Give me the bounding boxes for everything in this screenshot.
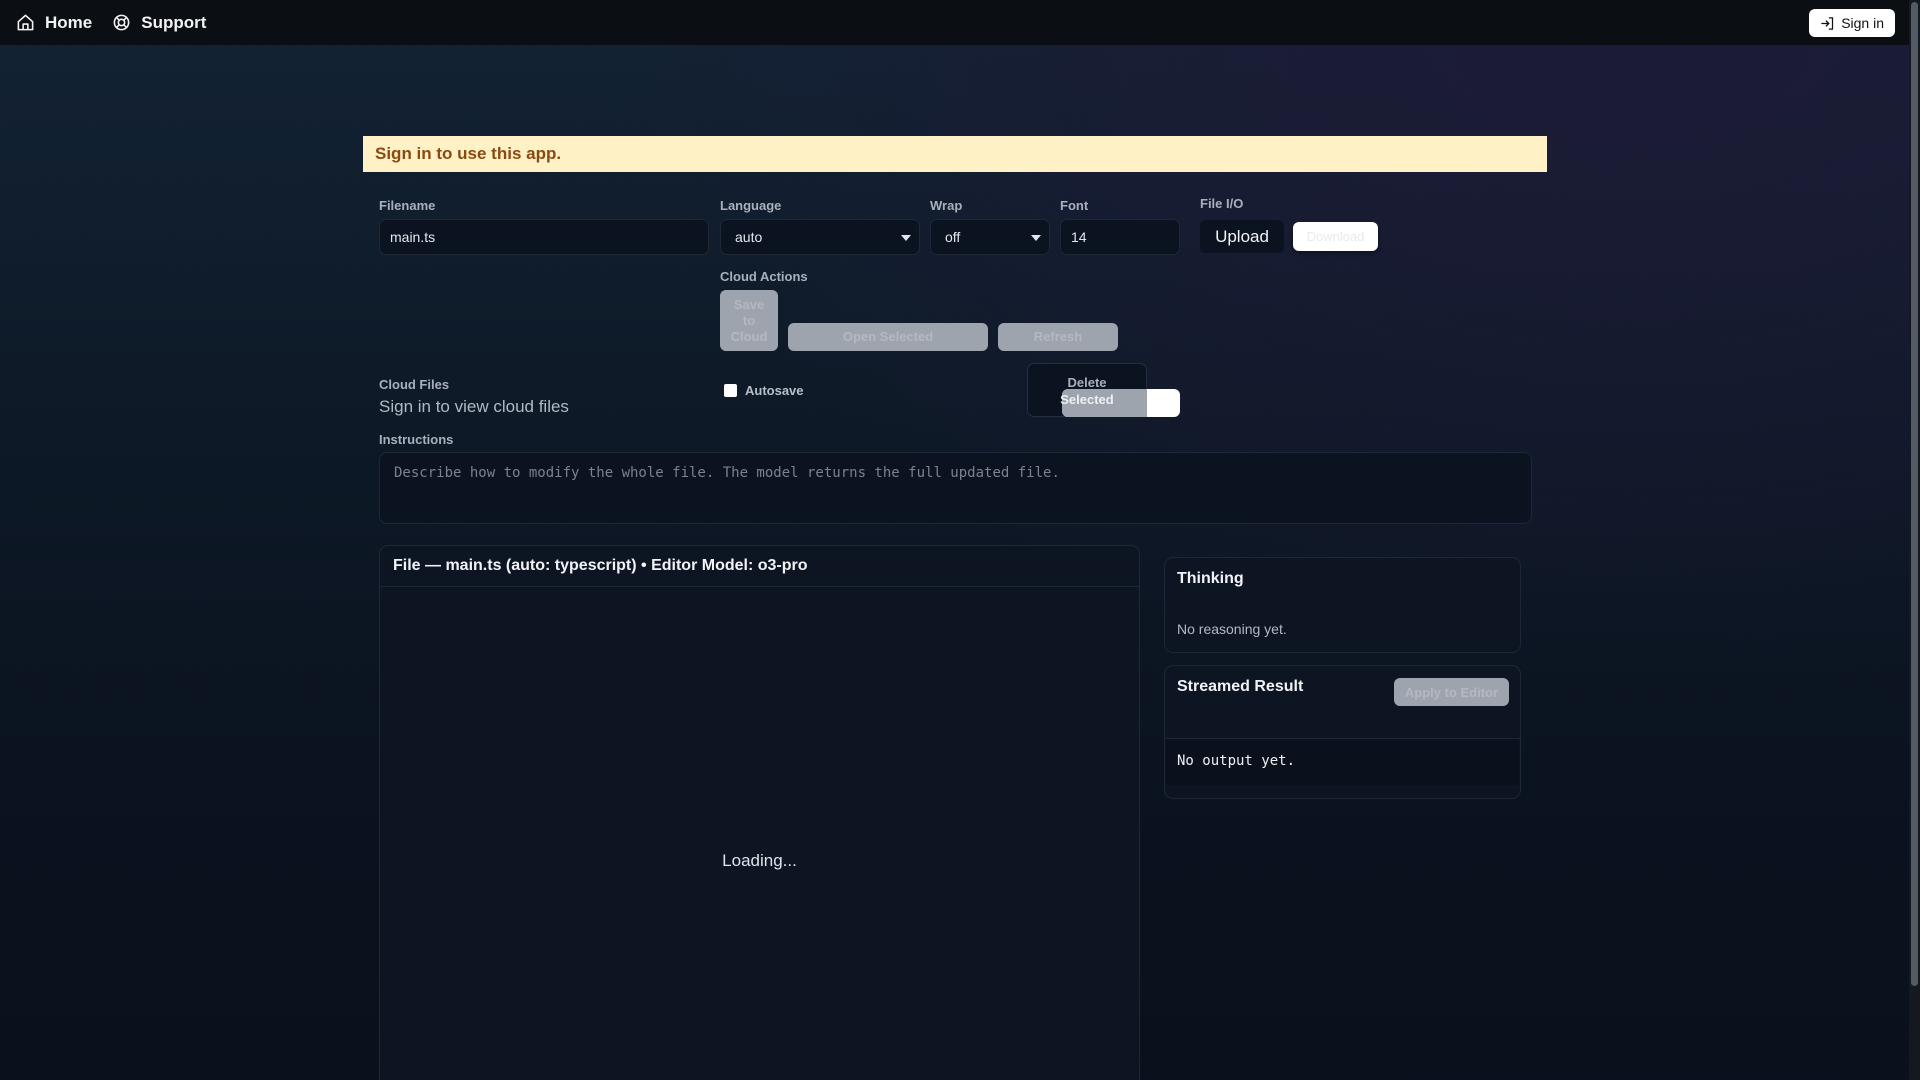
apply-to-editor-button[interactable]: Apply to Editor: [1394, 678, 1509, 706]
cloud-files-label: Cloud Files: [379, 377, 450, 392]
chevron-down-icon: [1031, 235, 1041, 241]
sign-in-banner: Sign in to use this app.: [363, 136, 1547, 172]
filename-label: Filename: [379, 198, 436, 213]
instructions-textarea[interactable]: Describe how to modify the whole file. T…: [379, 452, 1532, 524]
autosave-label: Autosave: [745, 383, 804, 398]
delete-label-line2: Selected: [1060, 392, 1114, 407]
thinking-title: Thinking: [1177, 570, 1244, 587]
nav-home-label: Home: [45, 12, 93, 32]
lifebuoy-icon: [113, 14, 130, 31]
editor-title: File — main.ts (auto: typescript) • Edit…: [380, 546, 1139, 587]
page-scrollbar[interactable]: [1909, 0, 1920, 1080]
autosave-checkbox[interactable]: [724, 384, 737, 397]
font-label: Font: [1060, 198, 1089, 213]
instructions-placeholder: Describe how to modify the whole file. T…: [394, 465, 1060, 481]
open-selected-button[interactable]: Open Selected: [788, 323, 988, 351]
sign-in-button[interactable]: Sign in: [1809, 9, 1895, 37]
thinking-text: No reasoning yet.: [1177, 621, 1287, 637]
editor-loading-text: Loading...: [722, 851, 797, 870]
font-size-value: 14: [1071, 229, 1087, 245]
wrap-select[interactable]: off: [930, 219, 1050, 255]
wrap-value: off: [945, 229, 961, 245]
delete-selected-label: Delete Selected: [1027, 374, 1147, 408]
file-io-label: File I/O: [1200, 196, 1244, 211]
font-size-input[interactable]: 14: [1060, 219, 1180, 255]
scrollbar-thumb[interactable]: [1911, 2, 1918, 986]
home-icon: [17, 14, 34, 31]
chevron-down-icon: [901, 235, 911, 241]
sign-in-icon: [1821, 16, 1834, 30]
refresh-button[interactable]: Refresh: [998, 323, 1118, 351]
instructions-label: Instructions: [379, 432, 454, 447]
result-text: No output yet.: [1177, 753, 1296, 769]
thinking-panel: Thinking No reasoning yet.: [1164, 557, 1521, 653]
result-title: Streamed Result: [1177, 678, 1304, 695]
filename-value: main.ts: [390, 229, 436, 245]
wrap-label: Wrap: [930, 198, 963, 213]
language-value: auto: [735, 229, 763, 245]
sign-in-label: Sign in: [1841, 15, 1884, 31]
delete-label-line1: Delete: [1067, 375, 1107, 390]
language-select[interactable]: auto: [720, 219, 920, 255]
download-button[interactable]: Download: [1293, 222, 1378, 251]
filename-input[interactable]: main.ts: [379, 219, 709, 255]
nav-home-link[interactable]: Home: [16, 13, 92, 33]
upload-button[interactable]: Upload: [1200, 220, 1284, 253]
cloud-actions-label: Cloud Actions: [720, 269, 808, 284]
streamed-result-panel: Streamed Result Apply to Editor No outpu…: [1164, 665, 1521, 799]
editor-panel: File — main.ts (auto: typescript) • Edit…: [379, 545, 1140, 1080]
nav-support-label: Support: [141, 12, 207, 32]
top-nav-bar: Home Support Sign in: [0, 0, 1909, 45]
cloud-files-placeholder: Sign in to view cloud files: [379, 397, 569, 416]
save-to-cloud-button[interactable]: Save to Cloud: [720, 290, 778, 351]
autosave-toggle[interactable]: Autosave: [724, 383, 804, 398]
nav-support-link[interactable]: Support: [112, 13, 206, 33]
language-label: Language: [720, 198, 782, 213]
